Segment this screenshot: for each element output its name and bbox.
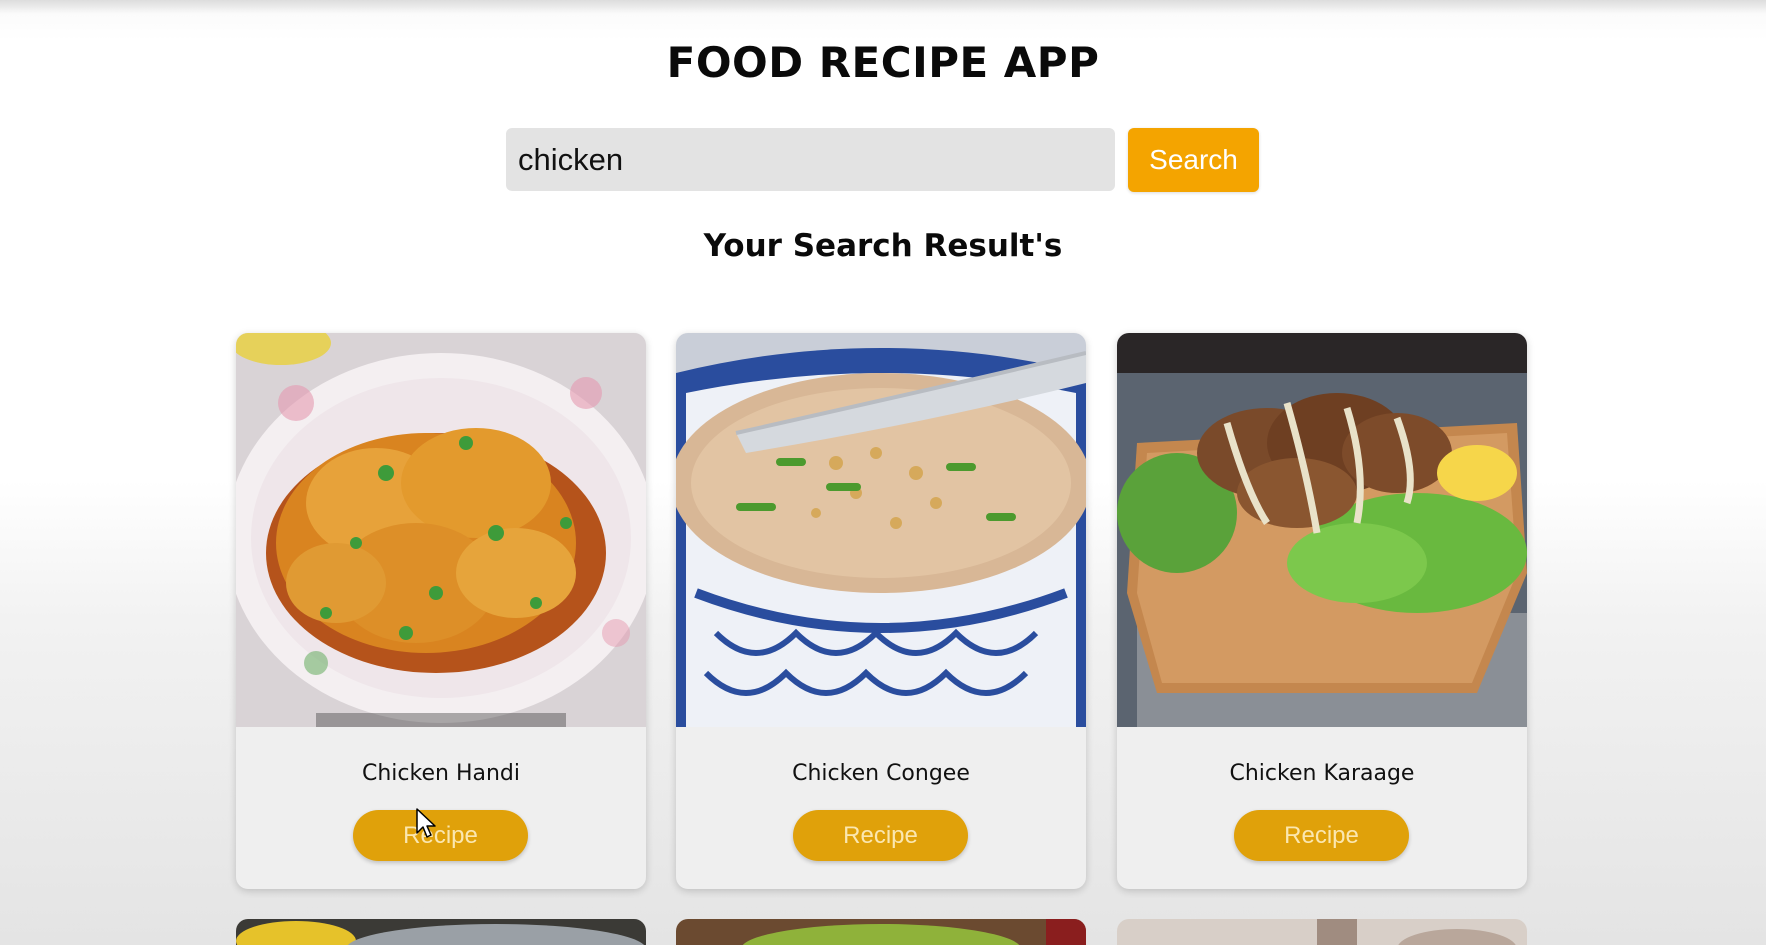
recipe-image-chicken-congee: [676, 333, 1086, 727]
recipe-image-peek: [676, 919, 1086, 945]
recipe-button-chicken-karaage[interactable]: Recipe: [1234, 810, 1409, 861]
recipe-card-chicken-handi: Chicken Handi Recipe: [236, 333, 646, 889]
recipe-title: Chicken Congee: [792, 761, 970, 786]
recipe-image-peek: [236, 919, 646, 945]
recipe-button-chicken-congee[interactable]: Recipe: [793, 810, 968, 861]
recipe-card-peek: [1117, 919, 1527, 945]
recipe-card-peek: [236, 919, 646, 945]
recipe-image-chicken-karaage: [1117, 333, 1527, 727]
recipe-image-peek: [1117, 919, 1527, 945]
recipe-title: Chicken Karaage: [1229, 761, 1415, 786]
recipe-card-peek: [676, 919, 1086, 945]
search-button[interactable]: Search: [1128, 128, 1259, 192]
recipe-title: Chicken Handi: [362, 761, 520, 786]
recipe-card-chicken-congee: Chicken Congee Recipe: [676, 333, 1086, 889]
results-heading: Your Search Result's: [703, 228, 1063, 264]
recipe-button-chicken-handi[interactable]: Recipe: [353, 810, 528, 861]
recipe-card-chicken-karaage: Chicken Karaage Recipe: [1117, 333, 1527, 889]
app-title: FOOD RECIPE APP: [666, 38, 1100, 87]
search-input[interactable]: [506, 128, 1115, 191]
recipe-image-chicken-handi: [236, 333, 646, 727]
